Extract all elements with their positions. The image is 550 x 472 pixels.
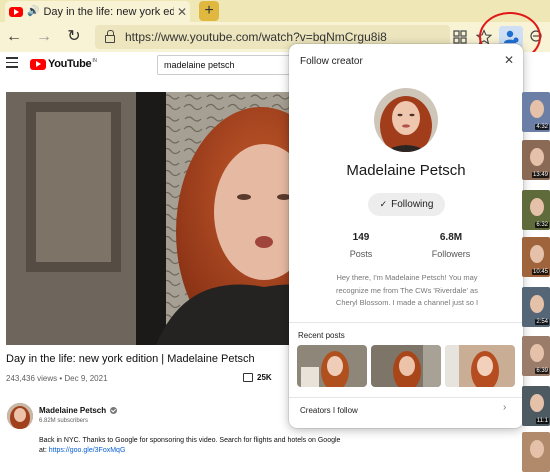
creator-avatar — [374, 88, 438, 152]
recent-post[interactable] — [297, 345, 367, 387]
video-duration: 6:32 — [535, 222, 549, 228]
thumbnail-image — [530, 148, 544, 166]
channel-avatar[interactable] — [7, 403, 33, 429]
related-video-thumbnail[interactable]: 4:32 — [522, 92, 550, 132]
recent-post-thumbnail — [445, 345, 515, 387]
thumbnail-image — [530, 394, 544, 412]
video-duration: 13:49 — [531, 172, 549, 178]
thumbnail-image — [530, 245, 544, 263]
creator-avatar-image — [374, 88, 438, 152]
posts-count: 149 — [352, 232, 370, 243]
thumbnail-image — [530, 198, 544, 216]
thumbnail-image — [530, 295, 544, 313]
video-duration: 6:39 — [535, 368, 549, 374]
channel-name-text: Madelaine Petsch — [39, 406, 107, 415]
related-video-thumbnail[interactable]: 2:54 — [522, 287, 550, 327]
youtube-search-input[interactable]: madelaine petsch — [157, 55, 292, 75]
verified-icon — [110, 407, 118, 414]
followers-count: 6.8M — [439, 232, 463, 243]
hamburger-menu-icon[interactable] — [6, 57, 18, 68]
video-duration: 4:32 — [535, 124, 549, 130]
video-duration: 10:45 — [531, 269, 549, 275]
description-link[interactable]: https://goo.gle/3FoxMqG — [49, 447, 126, 454]
creator-bio: Hey there, I'm Madelaine Petsch! You may… — [335, 273, 479, 307]
lock-icon[interactable] — [105, 30, 115, 43]
forward-button[interactable]: → — [34, 27, 54, 47]
thumbs-up-icon — [243, 373, 253, 382]
recent-post[interactable] — [371, 345, 441, 387]
panel-header: Follow creator — [300, 56, 363, 67]
related-video-thumbnail[interactable] — [522, 432, 550, 472]
close-icon[interactable]: ✕ — [502, 53, 516, 67]
video-duration: 2:54 — [535, 319, 549, 325]
posts-label: Posts — [349, 249, 373, 259]
recent-post[interactable] — [445, 345, 515, 387]
apps-icon[interactable] — [452, 29, 468, 45]
recent-post-thumbnail — [297, 345, 367, 387]
youtube-logo[interactable]: YouTube IN — [30, 58, 97, 70]
recent-post-thumbnail — [371, 345, 441, 387]
chevron-right-icon[interactable]: › — [503, 402, 506, 413]
tab-close-icon[interactable]: ✕ — [174, 5, 190, 19]
like-button[interactable]: 25K — [243, 373, 272, 382]
followers-label: Followers — [431, 249, 471, 259]
posts-stat: 149 Posts — [316, 232, 406, 259]
youtube-play-icon — [30, 58, 46, 70]
related-video-thumbnail[interactable]: 13:49 — [522, 140, 550, 180]
thumbnail-image — [530, 344, 544, 362]
like-count: 25K — [257, 373, 272, 382]
follow-creator-panel: Follow creator ✕ Madelaine Petsch ✓ Foll… — [289, 44, 523, 428]
followers-stat: 6.8M Followers — [406, 232, 496, 259]
video-title: Day in the life: new york edition | Made… — [6, 353, 255, 365]
youtube-region: IN — [92, 58, 97, 64]
related-video-thumbnail[interactable]: 6:32 — [522, 190, 550, 230]
subscriber-count: 6.82M subscribers — [39, 418, 89, 424]
url-text: https://www.youtube.com/watch?v=bqNmCrgu… — [125, 30, 387, 44]
tab-title: Day in the life: new york edi — [43, 5, 174, 18]
description-line: Back in NYC. Thanks to Google for sponso… — [39, 437, 341, 444]
video-duration: 11:1 — [535, 418, 549, 424]
browser-tab[interactable]: 🔊 Day in the life: new york edi ✕ — [5, 1, 190, 22]
description-prefix: at: — [39, 447, 49, 454]
check-icon: ✓ — [379, 199, 388, 209]
youtube-logo-text: YouTube — [48, 58, 92, 70]
channel-avatar-image — [7, 403, 33, 429]
creator-name: Madelaine Petsch — [346, 162, 466, 179]
speaker-icon[interactable]: 🔊 — [27, 6, 39, 17]
refresh-button[interactable]: ↻ — [64, 27, 84, 47]
thumbnail-image — [530, 100, 544, 118]
divider — [289, 322, 523, 323]
thumbnail-image — [530, 440, 544, 458]
back-button[interactable]: ← — [4, 27, 24, 47]
following-label: Following — [391, 199, 434, 210]
youtube-favicon — [9, 6, 23, 17]
divider — [289, 397, 523, 398]
video-stats: 243,436 views • Dec 9, 2021 — [6, 374, 108, 383]
related-video-thumbnail[interactable]: 10:45 — [522, 237, 550, 277]
recent-posts-label: Recent posts — [298, 331, 345, 340]
new-tab-button[interactable]: + — [199, 1, 219, 21]
related-video-thumbnail[interactable]: 11:1 — [522, 386, 550, 426]
following-button[interactable]: ✓ Following — [368, 193, 445, 216]
description-line: at: https://goo.gle/3FoxMqG — [39, 447, 125, 454]
channel-name[interactable]: Madelaine Petsch — [39, 406, 118, 415]
related-video-thumbnail[interactable]: 6:39 — [522, 336, 550, 376]
creators-i-follow-link[interactable]: Creators I follow — [300, 406, 358, 415]
